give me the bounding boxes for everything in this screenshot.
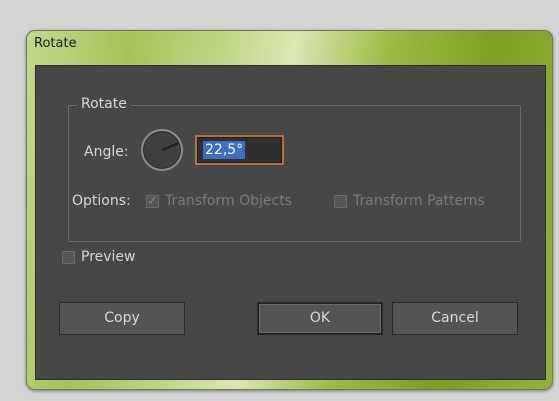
ok-button[interactable]: OK bbox=[257, 302, 383, 335]
angle-value: 22,5° bbox=[203, 141, 246, 159]
cancel-button[interactable]: Cancel bbox=[392, 302, 518, 335]
transform-patterns-label: Transform Patterns bbox=[353, 193, 485, 209]
angle-input[interactable]: 22,5° bbox=[197, 137, 282, 163]
angle-dial[interactable] bbox=[141, 129, 183, 171]
rotate-group: Rotate bbox=[68, 96, 521, 242]
preview-label: Preview bbox=[81, 249, 136, 265]
copy-button[interactable]: Copy bbox=[59, 302, 185, 335]
angle-label: Angle: bbox=[84, 144, 129, 160]
group-legend: Rotate bbox=[77, 96, 131, 112]
dial-needle-icon bbox=[161, 142, 178, 151]
preview-checkbox[interactable] bbox=[62, 251, 75, 264]
rotate-dialog: Rotate Rotate Angle: 22,5° Options: ✓ Tr… bbox=[26, 30, 553, 390]
dialog-title: Rotate bbox=[34, 36, 77, 51]
transform-patterns-checkbox[interactable] bbox=[334, 195, 347, 208]
transform-objects-checkbox[interactable]: ✓ bbox=[146, 195, 159, 208]
options-label: Options: bbox=[72, 193, 131, 209]
transform-objects-label: Transform Objects bbox=[165, 193, 292, 209]
